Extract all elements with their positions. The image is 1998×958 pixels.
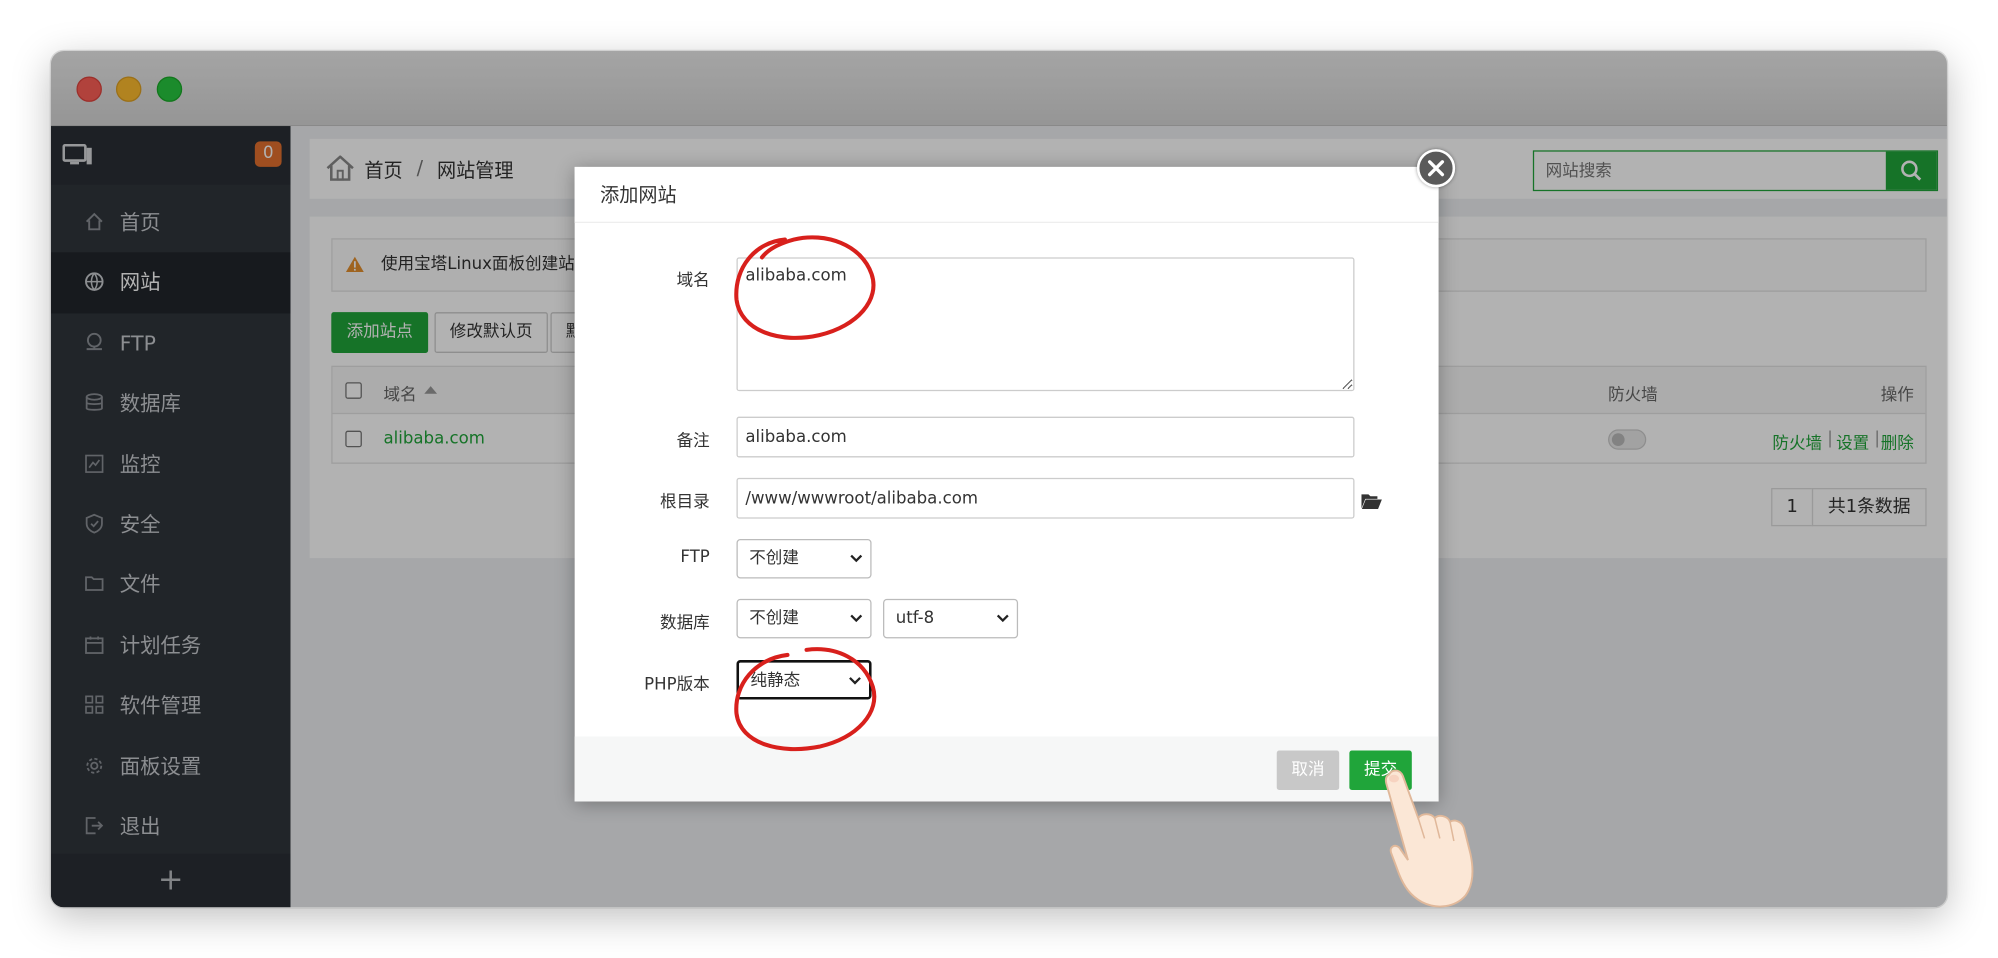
ftp-label: FTP — [680, 547, 710, 568]
note-label: 备注 — [676, 431, 710, 452]
chevron-down-icon — [996, 614, 1009, 623]
php-version-label: PHP版本 — [644, 675, 710, 695]
folder-open-icon[interactable] — [1361, 491, 1383, 515]
ftp-select[interactable]: 不创建 — [736, 538, 872, 579]
root-dir-input[interactable] — [736, 477, 1355, 519]
dialog-title: 添加网站 — [574, 166, 1439, 223]
dialog-close-button[interactable] — [1416, 149, 1456, 188]
root-dir-label: 根目录 — [660, 493, 710, 513]
add-site-dialog: 添加网站 域名 alibaba.com 备注 根目录 FTP 不创建 数据库 不… — [574, 166, 1439, 802]
database-label: 数据库 — [660, 614, 710, 634]
charset-select-value: utf-8 — [895, 609, 935, 629]
dialog-footer: 取消 提交 — [574, 736, 1439, 802]
domain-textarea[interactable]: alibaba.com — [736, 257, 1355, 392]
database-select-value: 不创建 — [749, 609, 799, 629]
chevron-down-icon — [850, 554, 863, 563]
chevron-down-icon — [850, 614, 863, 623]
chevron-down-icon — [849, 677, 861, 685]
ftp-select-value: 不创建 — [749, 549, 799, 569]
note-input[interactable] — [736, 416, 1355, 458]
submit-button[interactable]: 提交 — [1349, 750, 1412, 791]
php-version-select[interactable]: 纯静态 — [736, 660, 872, 700]
charset-select[interactable]: utf-8 — [883, 598, 1019, 639]
close-icon — [1427, 160, 1445, 177]
domain-label: 域名 — [676, 271, 710, 291]
cancel-button[interactable]: 取消 — [1276, 750, 1340, 791]
database-select[interactable]: 不创建 — [736, 598, 872, 639]
php-version-select-value: 纯静态 — [750, 671, 801, 691]
